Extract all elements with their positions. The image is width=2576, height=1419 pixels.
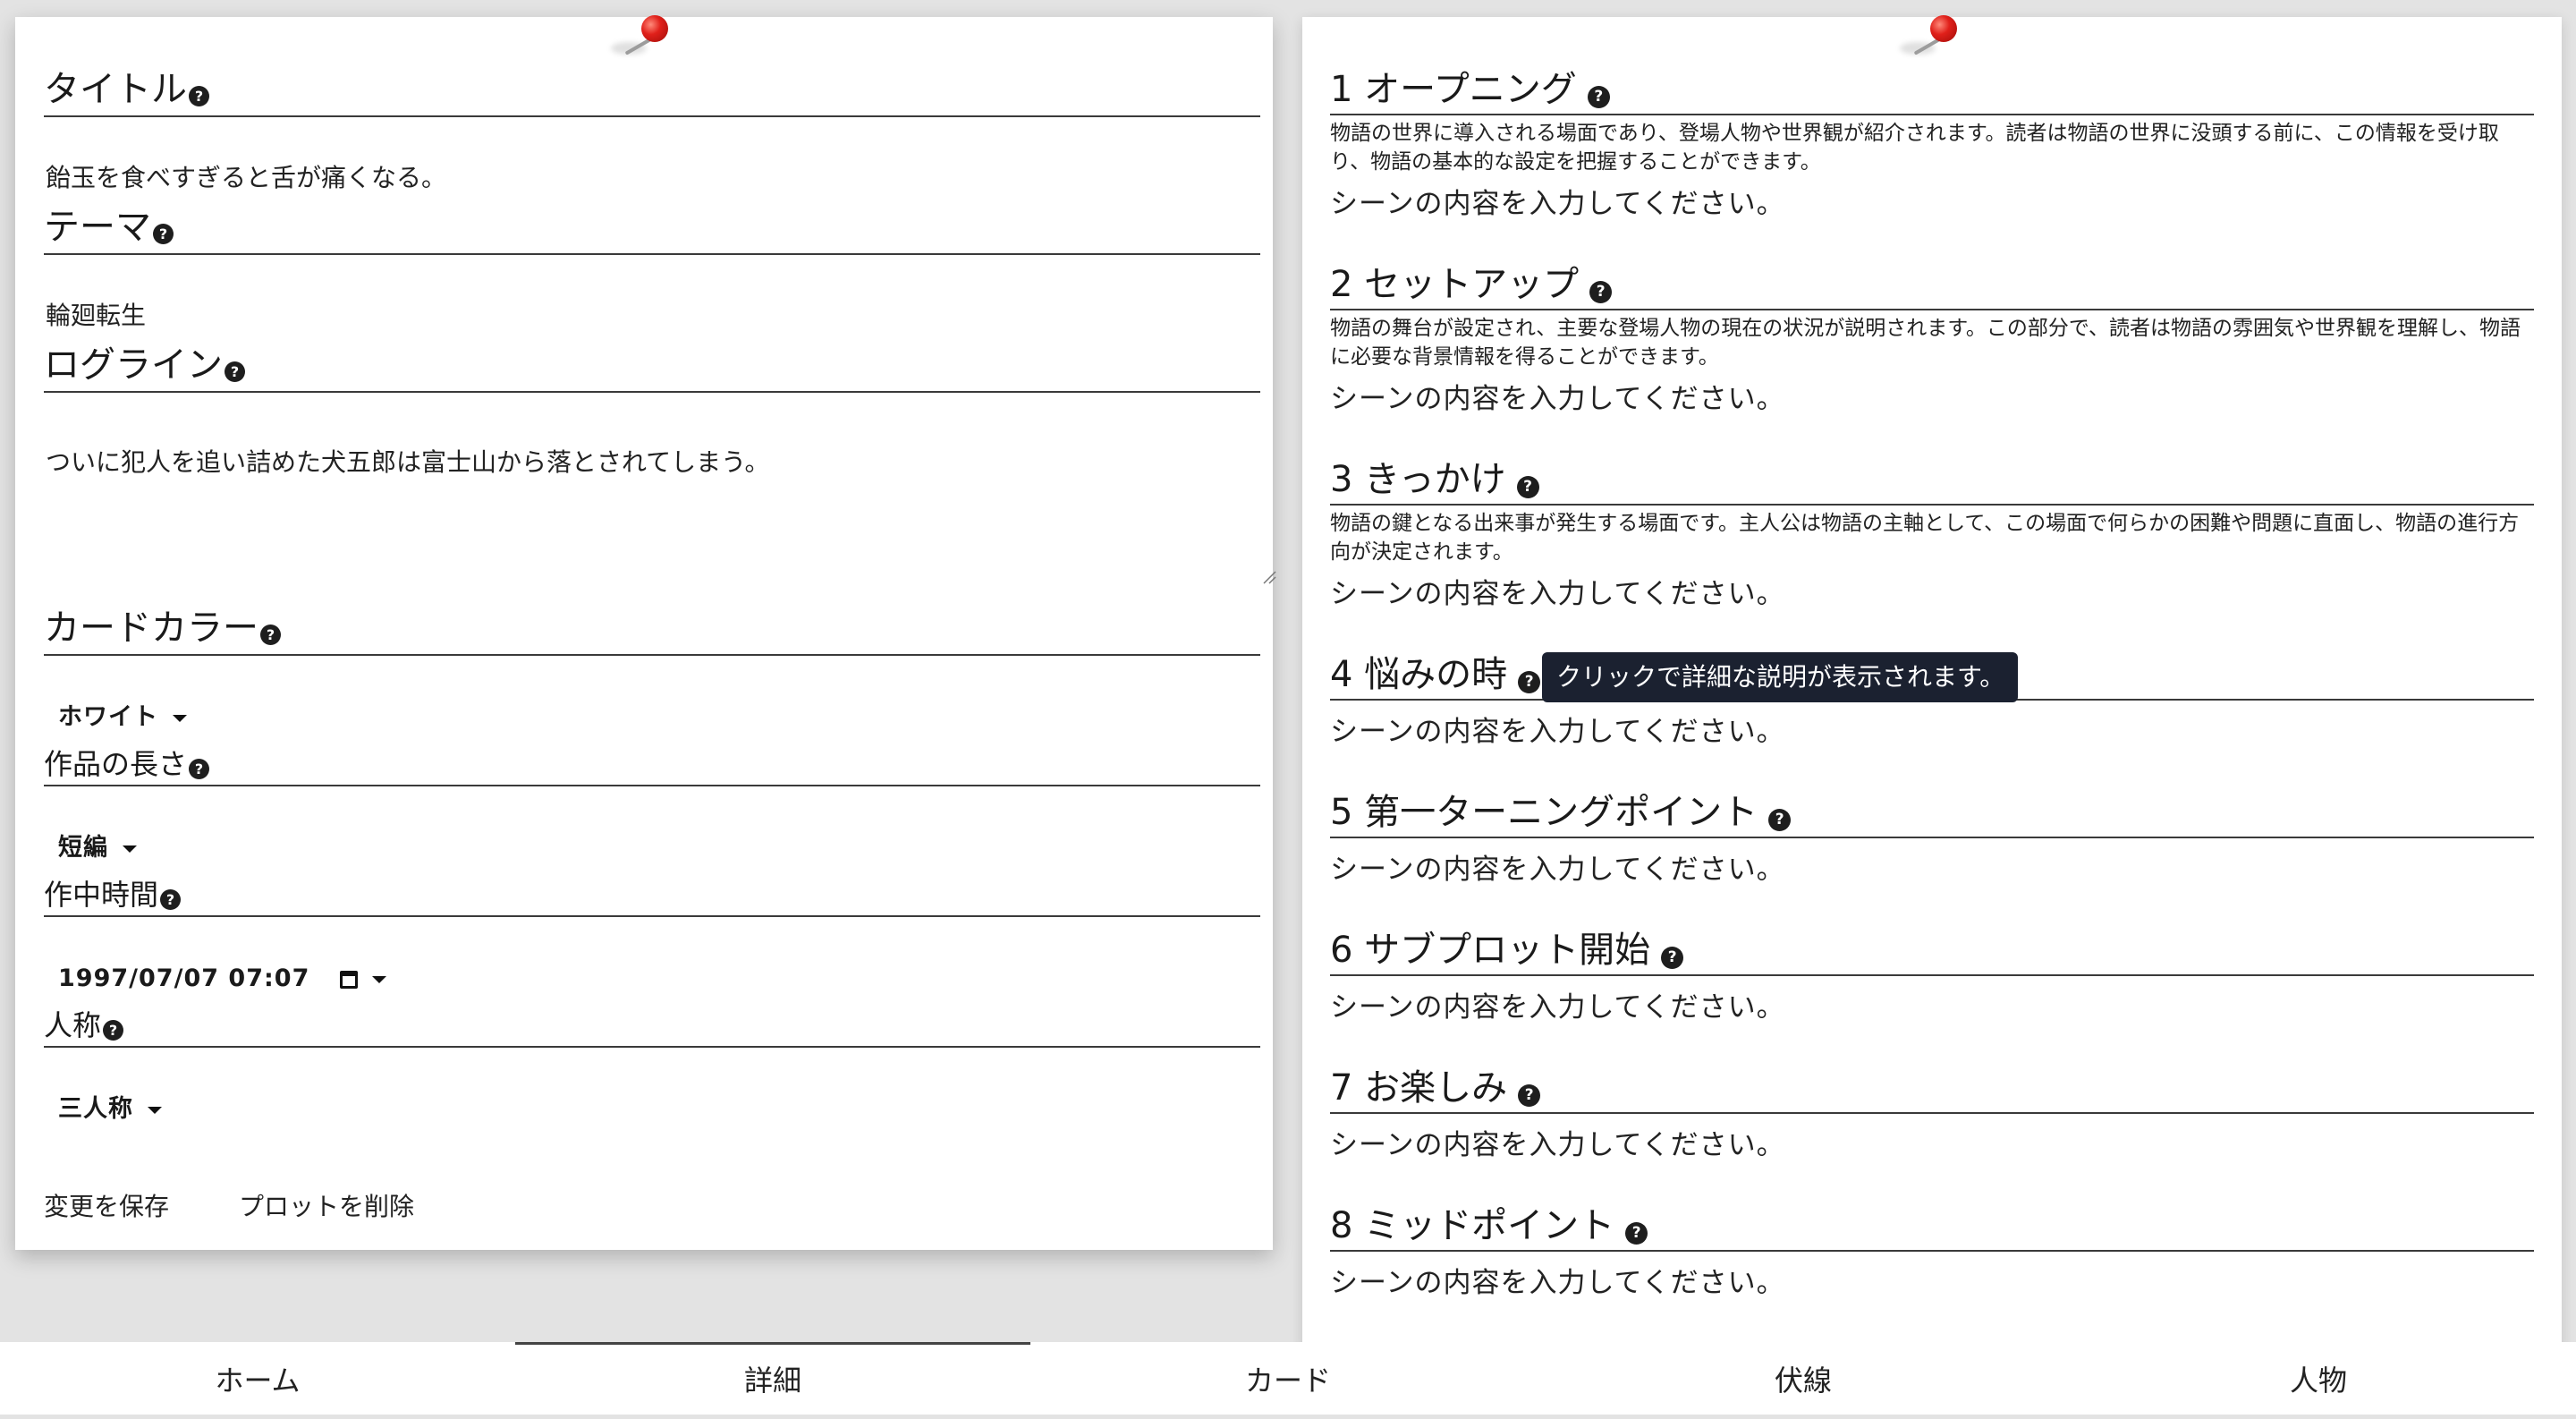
person-label: 人称 [44,1008,102,1042]
title-label: タイトル [44,69,187,110]
scene-description: 物語の舞台が設定され、主要な登場人物の現在の状況が説明されます。この部分で、読者… [1330,317,2521,369]
length-value: 短編 [58,834,108,862]
scene-heading: 1 オープニング? [1330,67,2534,115]
title-input[interactable]: 飴玉を食べすぎると舌が痛くなる。 [46,160,446,196]
plot-details-card: タイトル? 飴玉を食べすぎると舌が痛くなる。 テーマ? 輪廻転生 ログライン? … [15,15,1276,1250]
theme-heading: テーマ? [44,205,1260,255]
scene-heading: 5 第一ターニングポイント? [1330,790,2534,838]
caret-down-icon[interactable] [372,975,387,983]
scene-title: 5 第一ターニングポイント [1330,792,1758,833]
scene-heading: 6 サブプロット開始? [1330,928,2534,976]
scene-content-input[interactable]: シーンの内容を入力してください。 [1330,851,1785,888]
scene-title: 6 サブプロット開始 [1330,930,1651,971]
tab-foreshadowing[interactable]: 伏線 [1546,1342,2061,1415]
scene-description: 物語の鍵となる出来事が発生する場面です。主人公は物語の主軸として、この場面で何ら… [1330,512,2520,564]
time-heading: 作中時間? [44,876,1260,917]
person-heading: 人称? [44,1007,1260,1048]
help-icon[interactable]: ? [1768,809,1792,831]
logline-label: ログライン [44,344,223,386]
title-heading: タイトル? [44,67,1260,117]
resize-grip-icon[interactable] [1262,570,1276,584]
scene-description: 物語の世界に導入される場面であり、登場人物や世界観が紹介されます。読者は物語の世… [1330,122,2499,174]
logline-heading: ログライン? [44,343,1260,393]
caret-down-icon [148,1106,162,1114]
scene-content-input[interactable]: シーンの内容を入力してください。 [1330,185,1785,223]
tab-characters[interactable]: 人物 [2061,1342,2576,1415]
scene-title: 1 オープニング [1330,69,1577,110]
bottom-tab-bar: ホーム 詳細 カード 伏線 人物 [0,1342,2576,1415]
scene-content-input[interactable]: シーンの内容を入力してください。 [1330,713,1785,751]
scene-title: 3 きっかけ [1330,459,1506,500]
caret-down-icon [173,714,187,722]
tab-cards[interactable]: カード [1030,1342,1546,1415]
help-icon[interactable]: ? [260,625,281,645]
scene-title: 7 お楽しみ [1330,1067,1508,1109]
scene-heading: 7 お楽しみ? [1330,1066,2534,1114]
tab-home[interactable]: ホーム [0,1342,515,1415]
scene-heading: 8 ミッドポイント? [1330,1203,2534,1252]
help-icon[interactable]: ? [1518,1084,1541,1107]
scene-content-input[interactable]: シーンの内容を入力してください。 [1330,1264,1785,1302]
scene-content-input[interactable]: シーンの内容を入力してください。 [1330,380,1785,418]
card-color-heading: カードカラー? [44,606,1260,656]
scene-heading: 3 きっかけ? [1330,457,2534,506]
help-icon[interactable]: ? [1518,671,1541,693]
help-icon[interactable]: ? [153,224,174,244]
help-icon[interactable]: ? [1625,1222,1648,1245]
help-tooltip: クリックで詳細な説明が表示されます。 [1542,652,2018,702]
scene-content-input[interactable]: シーンの内容を入力してください。 [1330,989,1785,1026]
help-icon[interactable]: ? [103,1020,124,1041]
save-button[interactable]: 変更を保存 [44,1189,169,1225]
length-label: 作品の長さ [44,747,188,781]
time-input[interactable]: 1997/07/07 07:07 [58,961,387,997]
help-icon[interactable]: ? [160,889,182,910]
length-select[interactable]: 短編 [58,830,137,866]
calendar-icon[interactable] [340,970,359,989]
card-color-select[interactable]: ホワイト [58,700,187,735]
pushpin-icon [611,15,668,55]
theme-label: テーマ [44,207,151,248]
help-icon[interactable]: ? [1587,86,1610,108]
card-color-value: ホワイト [58,703,158,731]
help-icon[interactable]: ? [189,86,209,106]
scene-heading: 2 セットアップ? [1330,262,2534,310]
length-heading: 作品の長さ? [44,745,1260,786]
person-value: 三人称 [58,1095,133,1123]
pushpin-icon [1900,15,1957,55]
scene-title: 4 悩みの時 [1330,654,1508,695]
caret-down-icon [123,845,137,853]
scene-title: 8 ミッドポイント [1330,1205,1615,1246]
time-label: 作中時間 [44,878,159,912]
theme-input[interactable]: 輪廻転生 [46,298,146,334]
person-select[interactable]: 三人称 [58,1092,162,1127]
help-icon[interactable]: ? [225,361,245,382]
scene-title: 2 セットアップ [1330,264,1580,305]
tab-details[interactable]: 詳細 [515,1342,1030,1415]
card-color-label: カードカラー [44,608,258,649]
help-icon[interactable]: ? [1589,281,1613,303]
delete-plot-button[interactable]: プロットを削除 [239,1189,414,1225]
logline-text[interactable]: ついに犯人を追い詰めた犬五郎は富士山から落とされてしまう。 [46,445,769,480]
help-icon[interactable]: ? [1661,947,1684,969]
time-value: 1997/07/07 07:07 [58,964,310,992]
help-icon[interactable]: ? [1516,476,1539,498]
scene-content-input[interactable]: シーンの内容を入力してください。 [1330,575,1785,613]
help-icon[interactable]: ? [189,759,210,779]
scene-content-input[interactable]: シーンの内容を入力してください。 [1330,1126,1785,1164]
